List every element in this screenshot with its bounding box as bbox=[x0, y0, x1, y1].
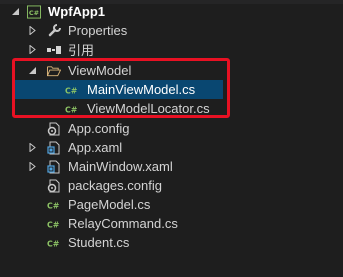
svg-text:C#: C# bbox=[47, 201, 60, 210]
tree-item-label: 引用 bbox=[68, 43, 95, 58]
svg-text:C#: C# bbox=[47, 239, 60, 248]
csharp-file-icon: C# bbox=[47, 236, 61, 250]
tree-item-packagesconfig[interactable]: packages.config bbox=[0, 176, 343, 195]
collapse-arrow-icon[interactable] bbox=[10, 7, 20, 17]
tree-item-label: PageModel.cs bbox=[68, 197, 151, 212]
tree-item-student[interactable]: C# Student.cs bbox=[0, 233, 343, 252]
references-icon bbox=[47, 43, 61, 57]
project-node[interactable]: C# WpfApp1 bbox=[0, 2, 343, 21]
expand-arrow-icon[interactable] bbox=[27, 26, 37, 36]
csharp-file-icon: C# bbox=[47, 217, 61, 231]
project-label: WpfApp1 bbox=[48, 4, 106, 19]
tree-item-mainwindowxaml[interactable]: MainWindow.xaml bbox=[0, 157, 343, 176]
xaml-file-icon bbox=[47, 160, 61, 174]
tree-item-label: Properties bbox=[68, 23, 128, 38]
tree-item-label: RelayCommand.cs bbox=[68, 216, 178, 231]
tree-item-label: packages.config bbox=[68, 178, 162, 193]
annotation-highlight-box bbox=[12, 58, 230, 118]
xaml-file-icon bbox=[47, 141, 61, 155]
svg-text:C#: C# bbox=[47, 220, 60, 229]
tree-item-properties[interactable]: Properties bbox=[0, 21, 343, 40]
tree-item-label: Student.cs bbox=[68, 235, 130, 250]
svg-text:C#: C# bbox=[29, 8, 40, 16]
tree-item-references[interactable]: 引用 bbox=[0, 40, 343, 59]
tree-item-label: App.config bbox=[68, 121, 130, 136]
config-file-icon bbox=[47, 179, 61, 193]
tree-item-label: MainWindow.xaml bbox=[68, 159, 173, 174]
expand-arrow-icon[interactable] bbox=[27, 143, 37, 153]
csharp-file-icon: C# bbox=[47, 198, 61, 212]
tree-item-label: App.xaml bbox=[68, 140, 123, 155]
csharp-project-icon: C# bbox=[27, 4, 41, 19]
wrench-icon bbox=[47, 24, 61, 38]
tree-item-pagemodel[interactable]: C# PageModel.cs bbox=[0, 195, 343, 214]
config-file-icon bbox=[47, 122, 61, 136]
tree-item-appconfig[interactable]: App.config bbox=[0, 119, 343, 138]
expand-arrow-icon[interactable] bbox=[27, 45, 37, 55]
expand-arrow-icon[interactable] bbox=[27, 162, 37, 172]
tree-item-relaycommand[interactable]: C# RelayCommand.cs bbox=[0, 214, 343, 233]
tree-item-appxaml[interactable]: App.xaml bbox=[0, 138, 343, 157]
